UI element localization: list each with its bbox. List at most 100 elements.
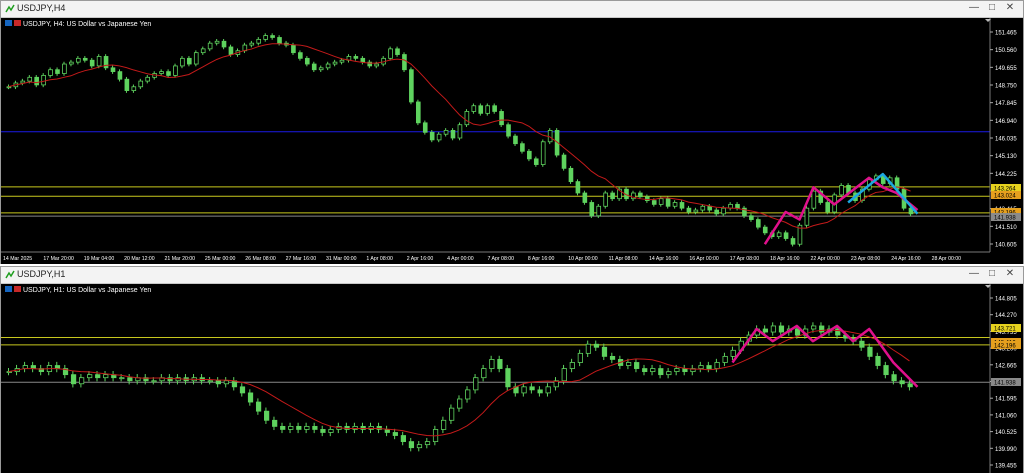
candle xyxy=(409,69,414,103)
window-title: USDJPY,H1 xyxy=(17,269,66,279)
time-tick-label: 17 Mar 20:00 xyxy=(43,256,74,262)
candle xyxy=(187,57,192,65)
candle xyxy=(221,40,227,48)
candle xyxy=(422,122,428,133)
candle xyxy=(582,192,588,203)
candle xyxy=(280,425,286,430)
candle xyxy=(596,205,602,217)
maximize-icon[interactable]: □ xyxy=(983,268,1001,279)
candle xyxy=(207,42,213,50)
candle xyxy=(561,154,567,169)
candle xyxy=(835,328,841,336)
symbol-flag-icon xyxy=(5,286,12,292)
candle xyxy=(41,75,46,86)
candle xyxy=(674,368,680,373)
candle xyxy=(520,143,525,152)
candle xyxy=(749,215,754,220)
candle xyxy=(288,425,294,430)
minimize-icon[interactable]: — xyxy=(965,268,983,279)
candle xyxy=(521,386,527,394)
candle xyxy=(721,207,726,215)
candle xyxy=(481,368,487,379)
close-icon[interactable]: ✕ xyxy=(1001,2,1019,13)
candle xyxy=(706,365,712,369)
chart-window-h1[interactable]: USDJPY,H1 — □ ✕ USDJPY, H1: US Dollar vs J… xyxy=(0,266,1024,473)
candle xyxy=(360,57,366,63)
price-tag-label: 141.938 xyxy=(994,381,1016,387)
pattern-line xyxy=(731,324,919,388)
price-tick-label: 147.845 xyxy=(995,101,1017,107)
candle xyxy=(529,386,535,391)
candle xyxy=(679,202,685,209)
candle xyxy=(55,69,60,74)
price-tick-label: 141.060 xyxy=(995,413,1017,419)
price-tag-label: 141.938 xyxy=(994,216,1016,222)
candle xyxy=(304,57,310,65)
candle xyxy=(151,380,157,383)
price-chart[interactable]: USDJPY, H1: US Dollar vs Japanese Yen 144… xyxy=(1,284,1023,473)
candle xyxy=(180,57,185,67)
chart-window-h4[interactable]: USDJPY,H4 — □ ✕ USDJPY, H4: US Dollar vs J… xyxy=(0,0,1024,264)
candle xyxy=(193,52,199,65)
price-tick-label: 140.525 xyxy=(995,430,1017,436)
candle xyxy=(200,48,206,54)
candle xyxy=(790,238,796,245)
candle xyxy=(298,52,303,59)
maximize-icon[interactable]: □ xyxy=(983,2,1001,13)
candle xyxy=(272,419,278,427)
candle xyxy=(119,377,125,380)
candle xyxy=(756,219,761,228)
time-tick-label: 25 Mar 00:00 xyxy=(205,256,236,262)
candle xyxy=(666,371,672,376)
price-tick-label: 144.270 xyxy=(995,313,1017,319)
window-titlebar[interactable]: USDJPY,H4 — □ ✕ xyxy=(1,1,1023,18)
price-tick-label: 146.940 xyxy=(995,119,1017,125)
candle xyxy=(527,150,532,160)
candle xyxy=(145,76,150,82)
time-tick-label: 19 Mar 04:00 xyxy=(84,256,115,262)
candle xyxy=(770,325,777,333)
minimize-icon[interactable]: — xyxy=(965,2,983,13)
window-titlebar[interactable]: USDJPY,H1 — □ ✕ xyxy=(1,267,1023,284)
candle xyxy=(700,205,706,211)
candle xyxy=(270,35,275,38)
candle xyxy=(34,76,39,86)
candle xyxy=(794,328,801,336)
candle xyxy=(825,202,831,213)
candle xyxy=(839,185,844,196)
candle xyxy=(312,425,318,430)
candle xyxy=(436,133,442,141)
price-tick-label: 141.510 xyxy=(995,225,1017,231)
candle xyxy=(638,192,643,198)
price-tick-label: 146.035 xyxy=(995,137,1017,143)
chart-icon xyxy=(5,4,15,13)
candle xyxy=(48,69,53,76)
price-tick-label: 144.805 xyxy=(995,297,1017,303)
candle xyxy=(811,190,817,209)
candle xyxy=(707,205,713,211)
candle xyxy=(27,76,33,82)
price-chart[interactable]: USDJPY, H4: US Dollar vs Japanese Yen 151… xyxy=(1,18,1023,264)
candle xyxy=(87,374,93,379)
candle xyxy=(867,346,873,357)
candle xyxy=(173,65,178,76)
price-tag-label: 142.196 xyxy=(994,344,1016,350)
candle xyxy=(499,111,504,126)
price-tag-label: 143.024 xyxy=(994,194,1016,200)
candle xyxy=(762,226,768,234)
candle xyxy=(473,377,479,391)
close-icon[interactable]: ✕ xyxy=(1001,268,1019,279)
candle xyxy=(443,130,449,135)
price-tick-label: 144.225 xyxy=(995,172,1017,178)
chart-header: USDJPY, H1: US Dollar vs Japanese Yen xyxy=(23,287,151,294)
candle xyxy=(642,368,648,373)
time-tick-label: 7 Apr 08:00 xyxy=(488,256,515,262)
candle xyxy=(62,63,67,74)
time-tick-label: 8 Apr 16:00 xyxy=(528,256,555,262)
candle xyxy=(228,46,234,55)
candle xyxy=(540,141,546,165)
candle xyxy=(339,59,345,63)
candle xyxy=(714,362,720,369)
candle xyxy=(505,368,511,388)
time-tick-label: 14 Apr 16:00 xyxy=(649,256,679,262)
